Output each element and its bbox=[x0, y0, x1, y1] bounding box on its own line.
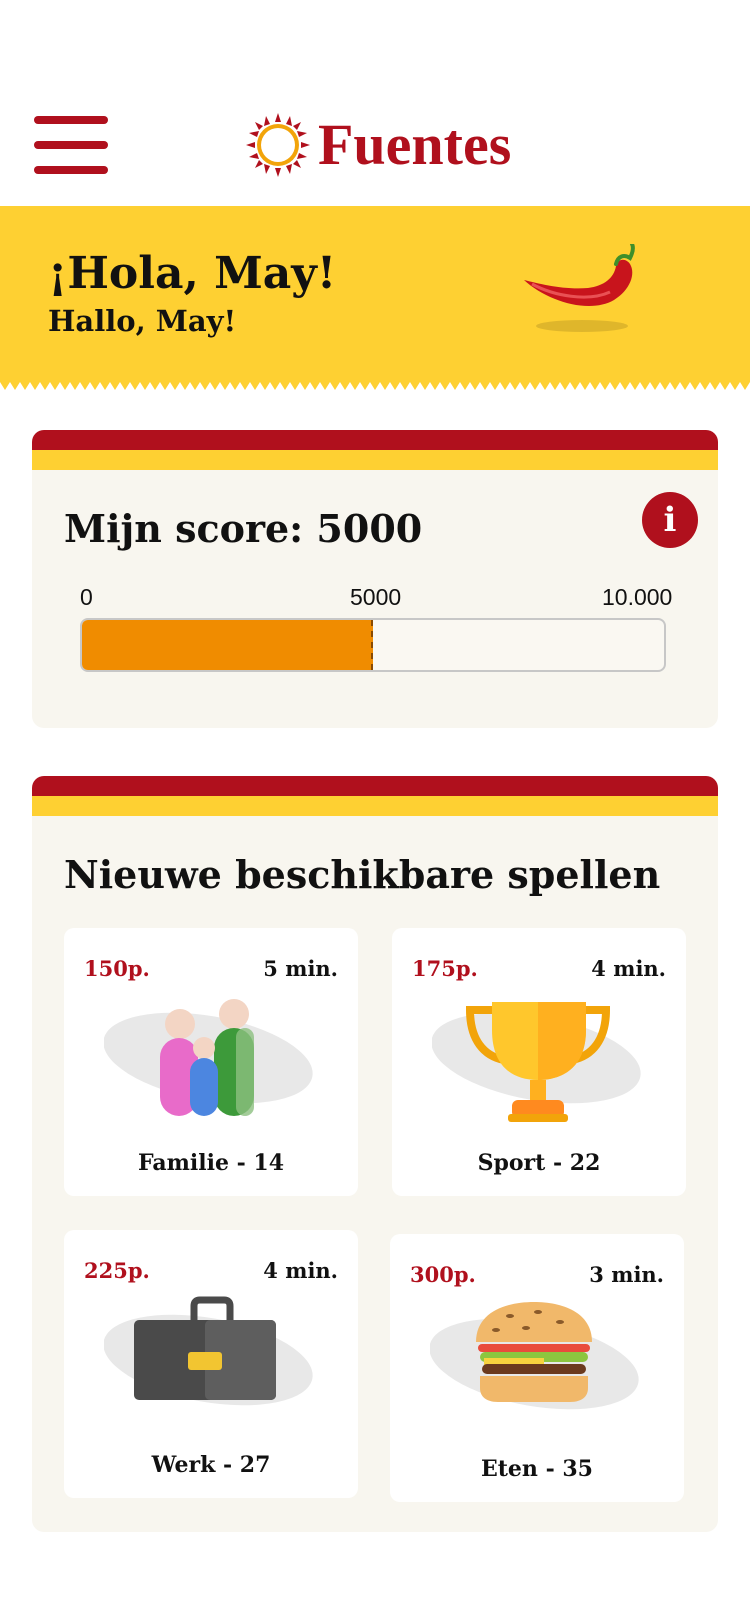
brand-name: Fuentes bbox=[318, 112, 512, 177]
banner-zigzag-edge bbox=[0, 382, 750, 394]
sun-logo-icon bbox=[246, 113, 310, 177]
score-progress-fill bbox=[82, 620, 373, 670]
chili-pepper-icon bbox=[524, 244, 635, 332]
game-tile-sport[interactable]: 175p. 4 min. Sport - 22 bbox=[392, 928, 686, 1196]
greeting-subtitle: Hallo, May! bbox=[48, 304, 237, 338]
briefcase-icon bbox=[104, 1296, 313, 1406]
score-card: Mijn score: 5000 i 0 5000 10.000 bbox=[32, 430, 718, 728]
greeting-title: ¡Hola, May! bbox=[48, 248, 337, 299]
game-duration: 3 min. bbox=[589, 1262, 664, 1287]
game-points: 225p. bbox=[84, 1258, 150, 1283]
game-duration: 4 min. bbox=[263, 1258, 338, 1283]
card-stripe-red bbox=[32, 430, 718, 450]
game-tile-eten[interactable]: 300p. 3 min. Eten - 35 bbox=[390, 1234, 684, 1502]
progress-label-min: 0 bbox=[80, 584, 93, 610]
card-stripe-yellow bbox=[32, 796, 718, 816]
game-duration: 5 min. bbox=[263, 956, 338, 981]
hamburger-food-icon bbox=[430, 1302, 639, 1410]
game-name: Werk - 27 bbox=[151, 1452, 271, 1478]
progress-label-current: 5000 bbox=[350, 584, 402, 610]
brand-logo[interactable]: Fuentes bbox=[246, 110, 511, 180]
score-progress-bar bbox=[80, 618, 666, 672]
info-icon[interactable]: i bbox=[642, 492, 698, 548]
games-title: Nieuwe beschikbare spellen bbox=[64, 852, 661, 897]
progress-label-max: 10.000 bbox=[602, 584, 673, 610]
family-icon bbox=[104, 999, 313, 1116]
card-stripe-red bbox=[32, 776, 718, 796]
game-duration: 4 min. bbox=[591, 956, 666, 981]
game-tile-familie[interactable]: 150p. 5 min. Familie - 14 bbox=[64, 928, 358, 1196]
game-points: 300p. bbox=[410, 1262, 476, 1287]
trophy-icon bbox=[432, 1002, 641, 1122]
card-stripe-yellow bbox=[32, 450, 718, 470]
game-name: Familie - 14 bbox=[137, 1150, 285, 1176]
hamburger-menu-icon[interactable] bbox=[34, 116, 108, 174]
game-name: Eten - 35 bbox=[481, 1456, 593, 1482]
top-bar: Fuentes bbox=[0, 0, 750, 206]
score-title: Mijn score: 5000 bbox=[64, 506, 423, 551]
game-tile-werk[interactable]: 225p. 4 min. Werk - 27 bbox=[64, 1230, 358, 1498]
game-name: Sport - 22 bbox=[477, 1150, 601, 1176]
games-card: Nieuwe beschikbare spellen 150p. 5 min. … bbox=[32, 776, 718, 1532]
game-points: 150p. bbox=[84, 956, 150, 981]
game-points: 175p. bbox=[412, 956, 478, 981]
